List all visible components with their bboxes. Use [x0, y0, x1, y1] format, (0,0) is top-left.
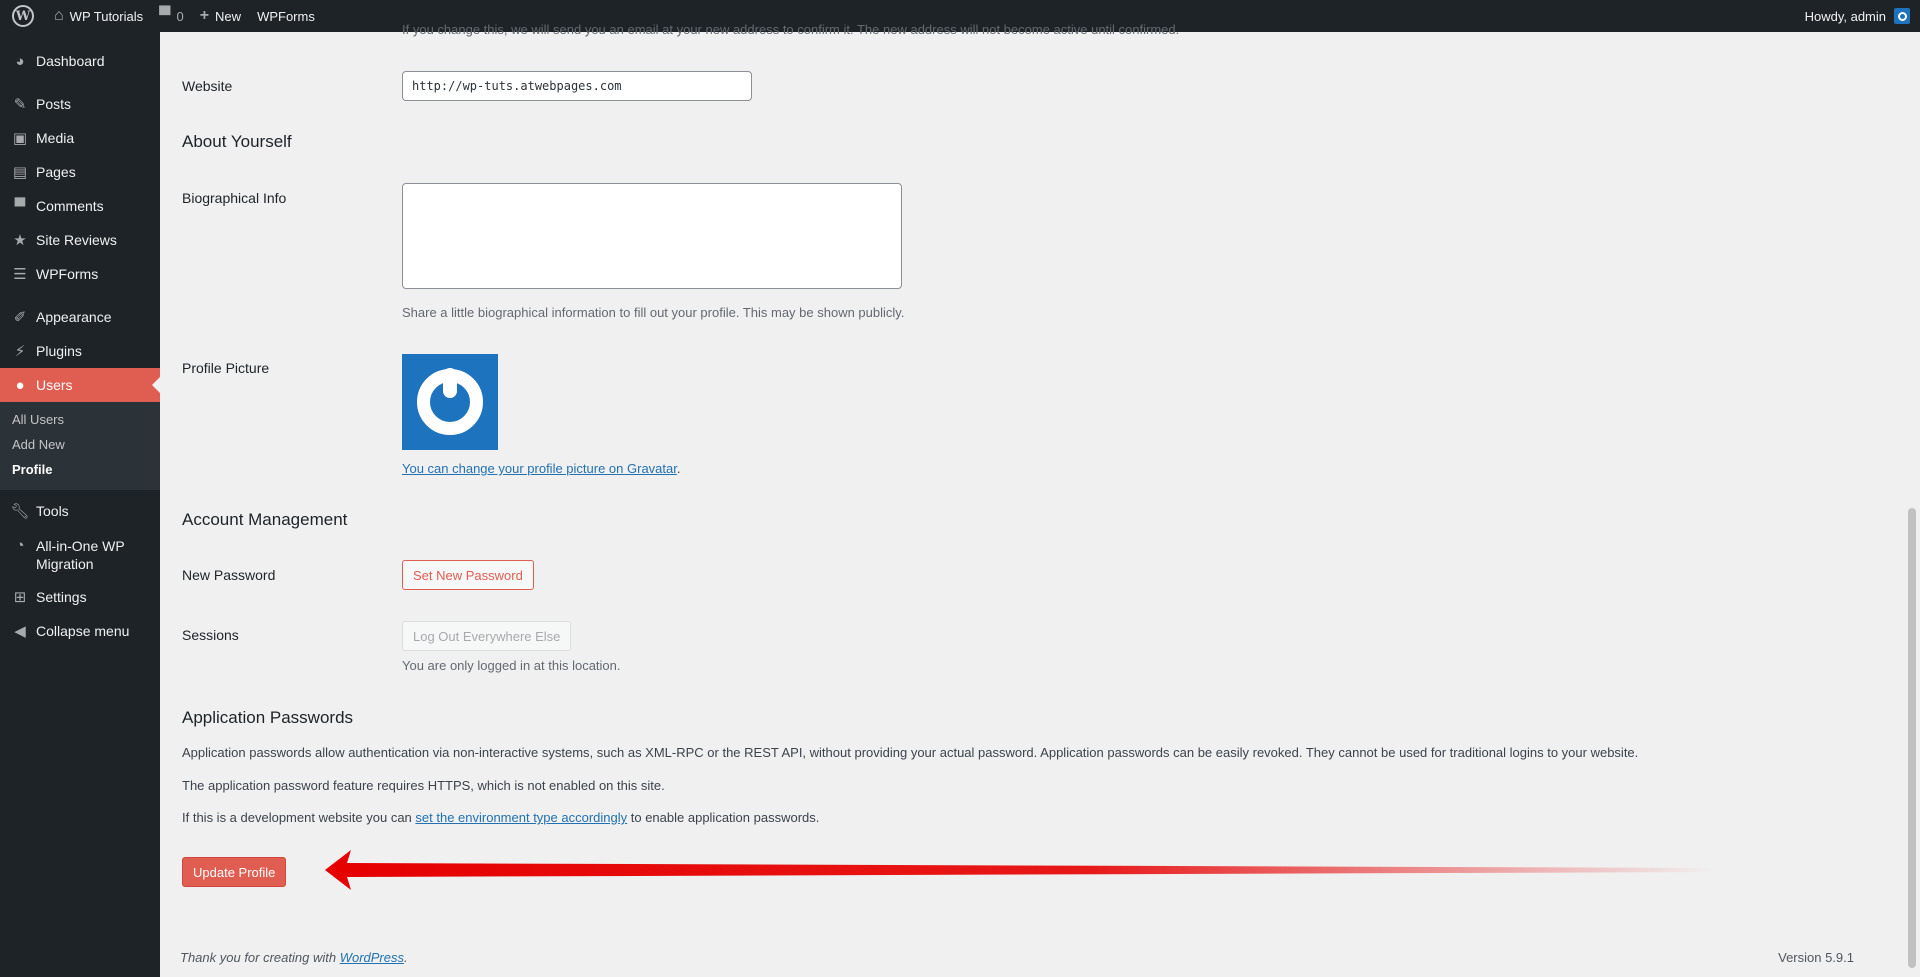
bio-label: Biographical Info	[182, 190, 287, 206]
media-icon: ▣	[12, 130, 28, 147]
app-passwords-description: Application passwords allow authenticati…	[182, 745, 1639, 760]
sidebar-item-site-reviews[interactable]: ★ Site Reviews	[0, 223, 160, 257]
plus-icon: +	[199, 7, 210, 24]
sidebar-item-label: Users	[36, 377, 73, 393]
submenu-item-profile[interactable]: Profile	[0, 457, 160, 482]
comment-icon: ▀	[14, 197, 26, 215]
sidebar-item-comments[interactable]: ▀ Comments	[0, 189, 160, 223]
wrench-icon: 🔧︎	[10, 503, 30, 520]
sidebar-item-label: Appearance	[36, 309, 112, 325]
sessions-label: Sessions	[182, 627, 239, 643]
footer-thanks-text: Thank you for creating with	[180, 950, 340, 965]
environment-type-note: If this is a development website you can…	[182, 810, 819, 825]
sidebar-item-label: All-in-One WP Migration	[36, 538, 125, 572]
sidebar-item-plugins[interactable]: ⚡ Plugins	[0, 334, 160, 368]
wordpress-logo-button[interactable]: W	[0, 0, 46, 32]
greeting-text: Howdy, admin	[1804, 8, 1886, 24]
submenu-item-add-new[interactable]: Add New	[0, 432, 160, 457]
sidebar-item-label: Tools	[36, 503, 69, 519]
avatar	[1894, 8, 1910, 24]
submenu-item-all-users[interactable]: All Users	[0, 407, 160, 432]
comments-link[interactable]: ▀ 0	[151, 0, 192, 32]
env-note-prefix: If this is a development website you can	[182, 810, 416, 825]
bio-textarea[interactable]	[402, 183, 902, 289]
pin-icon: ✎	[13, 96, 27, 113]
pages-icon: ▤	[12, 164, 28, 181]
star-icon: ★	[13, 232, 27, 249]
sidebar-item-all-in-one-migration[interactable]: ◔ All-in-One WP Migration	[0, 528, 160, 580]
bio-description: Share a little biographical information …	[402, 305, 905, 320]
page-scrollbar[interactable]	[1904, 32, 1920, 977]
new-label: New	[215, 8, 242, 24]
sidebar-item-label: Site Reviews	[36, 232, 117, 248]
sidebar-item-label: Dashboard	[36, 53, 105, 69]
sidebar-item-appearance[interactable]: ✐ Appearance	[0, 300, 160, 334]
gravatar-link[interactable]: You can change your profile picture on G…	[402, 461, 677, 476]
collapse-menu-button[interactable]: ◀ Collapse menu	[0, 614, 160, 648]
version-text: Version 5.9.1	[1778, 950, 1854, 965]
scrollbar-thumb[interactable]	[1908, 508, 1916, 968]
gravatar-logo-icon	[417, 368, 483, 435]
sidebar-item-wpforms[interactable]: ☰ WPForms	[0, 257, 160, 291]
red-arrow-annotation	[325, 850, 1715, 890]
user-icon: ●	[15, 376, 25, 394]
form-icon: ☰	[13, 266, 27, 283]
comments-count: 0	[176, 8, 184, 24]
https-requirement-note: The application password feature require…	[182, 778, 665, 793]
set-new-password-button[interactable]: Set New Password	[402, 560, 534, 590]
profile-form: If you change this, we will send you an …	[160, 22, 1904, 977]
wpforms-label: WPForms	[257, 8, 315, 24]
sidebar-item-label: Pages	[36, 164, 76, 180]
update-profile-button[interactable]: Update Profile	[182, 857, 287, 887]
account-management-heading: Account Management	[182, 510, 348, 529]
collapse-icon: ◀	[14, 623, 26, 640]
sidebar-item-pages[interactable]: ▤ Pages	[0, 155, 160, 189]
comment-icon: ▀	[159, 7, 171, 24]
migration-icon: ◔	[15, 537, 25, 554]
website-label: Website	[182, 78, 233, 94]
admin-sidebar: ◕ Dashboard ✎ Posts ▣ Media ▤ Pages ▀ Comment…	[0, 32, 160, 977]
new-content-button[interactable]: + New	[192, 0, 249, 32]
sidebar-item-label: Plugins	[36, 343, 82, 359]
settings-icon: ⊞	[13, 589, 27, 606]
footer-thanks-suffix: .	[404, 950, 408, 965]
user-account-menu[interactable]: Howdy, admin	[1805, 8, 1920, 24]
profile-picture-label: Profile Picture	[182, 360, 270, 376]
site-name: WP Tutorials	[69, 8, 144, 24]
wpforms-link[interactable]: WPForms	[249, 0, 323, 32]
sessions-description: You are only logged in at this location.	[402, 658, 621, 673]
profile-picture-image	[402, 354, 498, 450]
sidebar-item-settings[interactable]: ⊞ Settings	[0, 580, 160, 614]
email-change-note: If you change this, we will send you an …	[402, 22, 1180, 37]
wordpress-link[interactable]: WordPress	[340, 950, 404, 965]
website-field[interactable]: http://wp-tuts.atwebpages.com	[402, 71, 752, 101]
brush-icon: ✐	[13, 309, 27, 326]
sidebar-item-dashboard[interactable]: ◕ Dashboard	[0, 44, 160, 78]
env-note-suffix: to enable application passwords.	[627, 810, 820, 825]
environment-type-link[interactable]: set the environment type accordingly	[415, 810, 627, 825]
sidebar-item-media[interactable]: ▣ Media	[0, 121, 160, 155]
sidebar-item-label: Collapse menu	[36, 623, 130, 639]
application-passwords-heading: Application Passwords	[182, 708, 354, 727]
gravatar-note: You can change your profile picture on G…	[402, 461, 681, 476]
log-out-everywhere-button[interactable]: Log Out Everywhere Else	[402, 621, 572, 651]
users-submenu: All Users Add New Profile	[0, 402, 160, 490]
plug-icon: ⚡	[14, 343, 26, 360]
sidebar-item-label: Media	[36, 130, 75, 146]
site-name-link[interactable]: ⌂ WP Tutorials	[46, 0, 151, 32]
sidebar-item-label: Comments	[36, 198, 104, 214]
sidebar-item-posts[interactable]: ✎ Posts	[0, 87, 160, 121]
home-icon: ⌂	[54, 7, 64, 24]
about-yourself-heading: About Yourself	[182, 132, 292, 151]
sidebar-item-label: Posts	[36, 96, 72, 112]
sidebar-item-tools[interactable]: 🔧︎ Tools	[0, 494, 160, 528]
sidebar-item-label: WPForms	[36, 266, 99, 282]
footer-thanks: Thank you for creating with WordPress.	[180, 950, 408, 965]
sidebar-item-users[interactable]: ● Users	[0, 368, 160, 402]
wordpress-logo-icon: W	[12, 5, 34, 27]
sidebar-item-label: Settings	[36, 589, 87, 605]
new-password-label: New Password	[182, 567, 276, 583]
dashboard-icon: ◕	[15, 52, 25, 70]
